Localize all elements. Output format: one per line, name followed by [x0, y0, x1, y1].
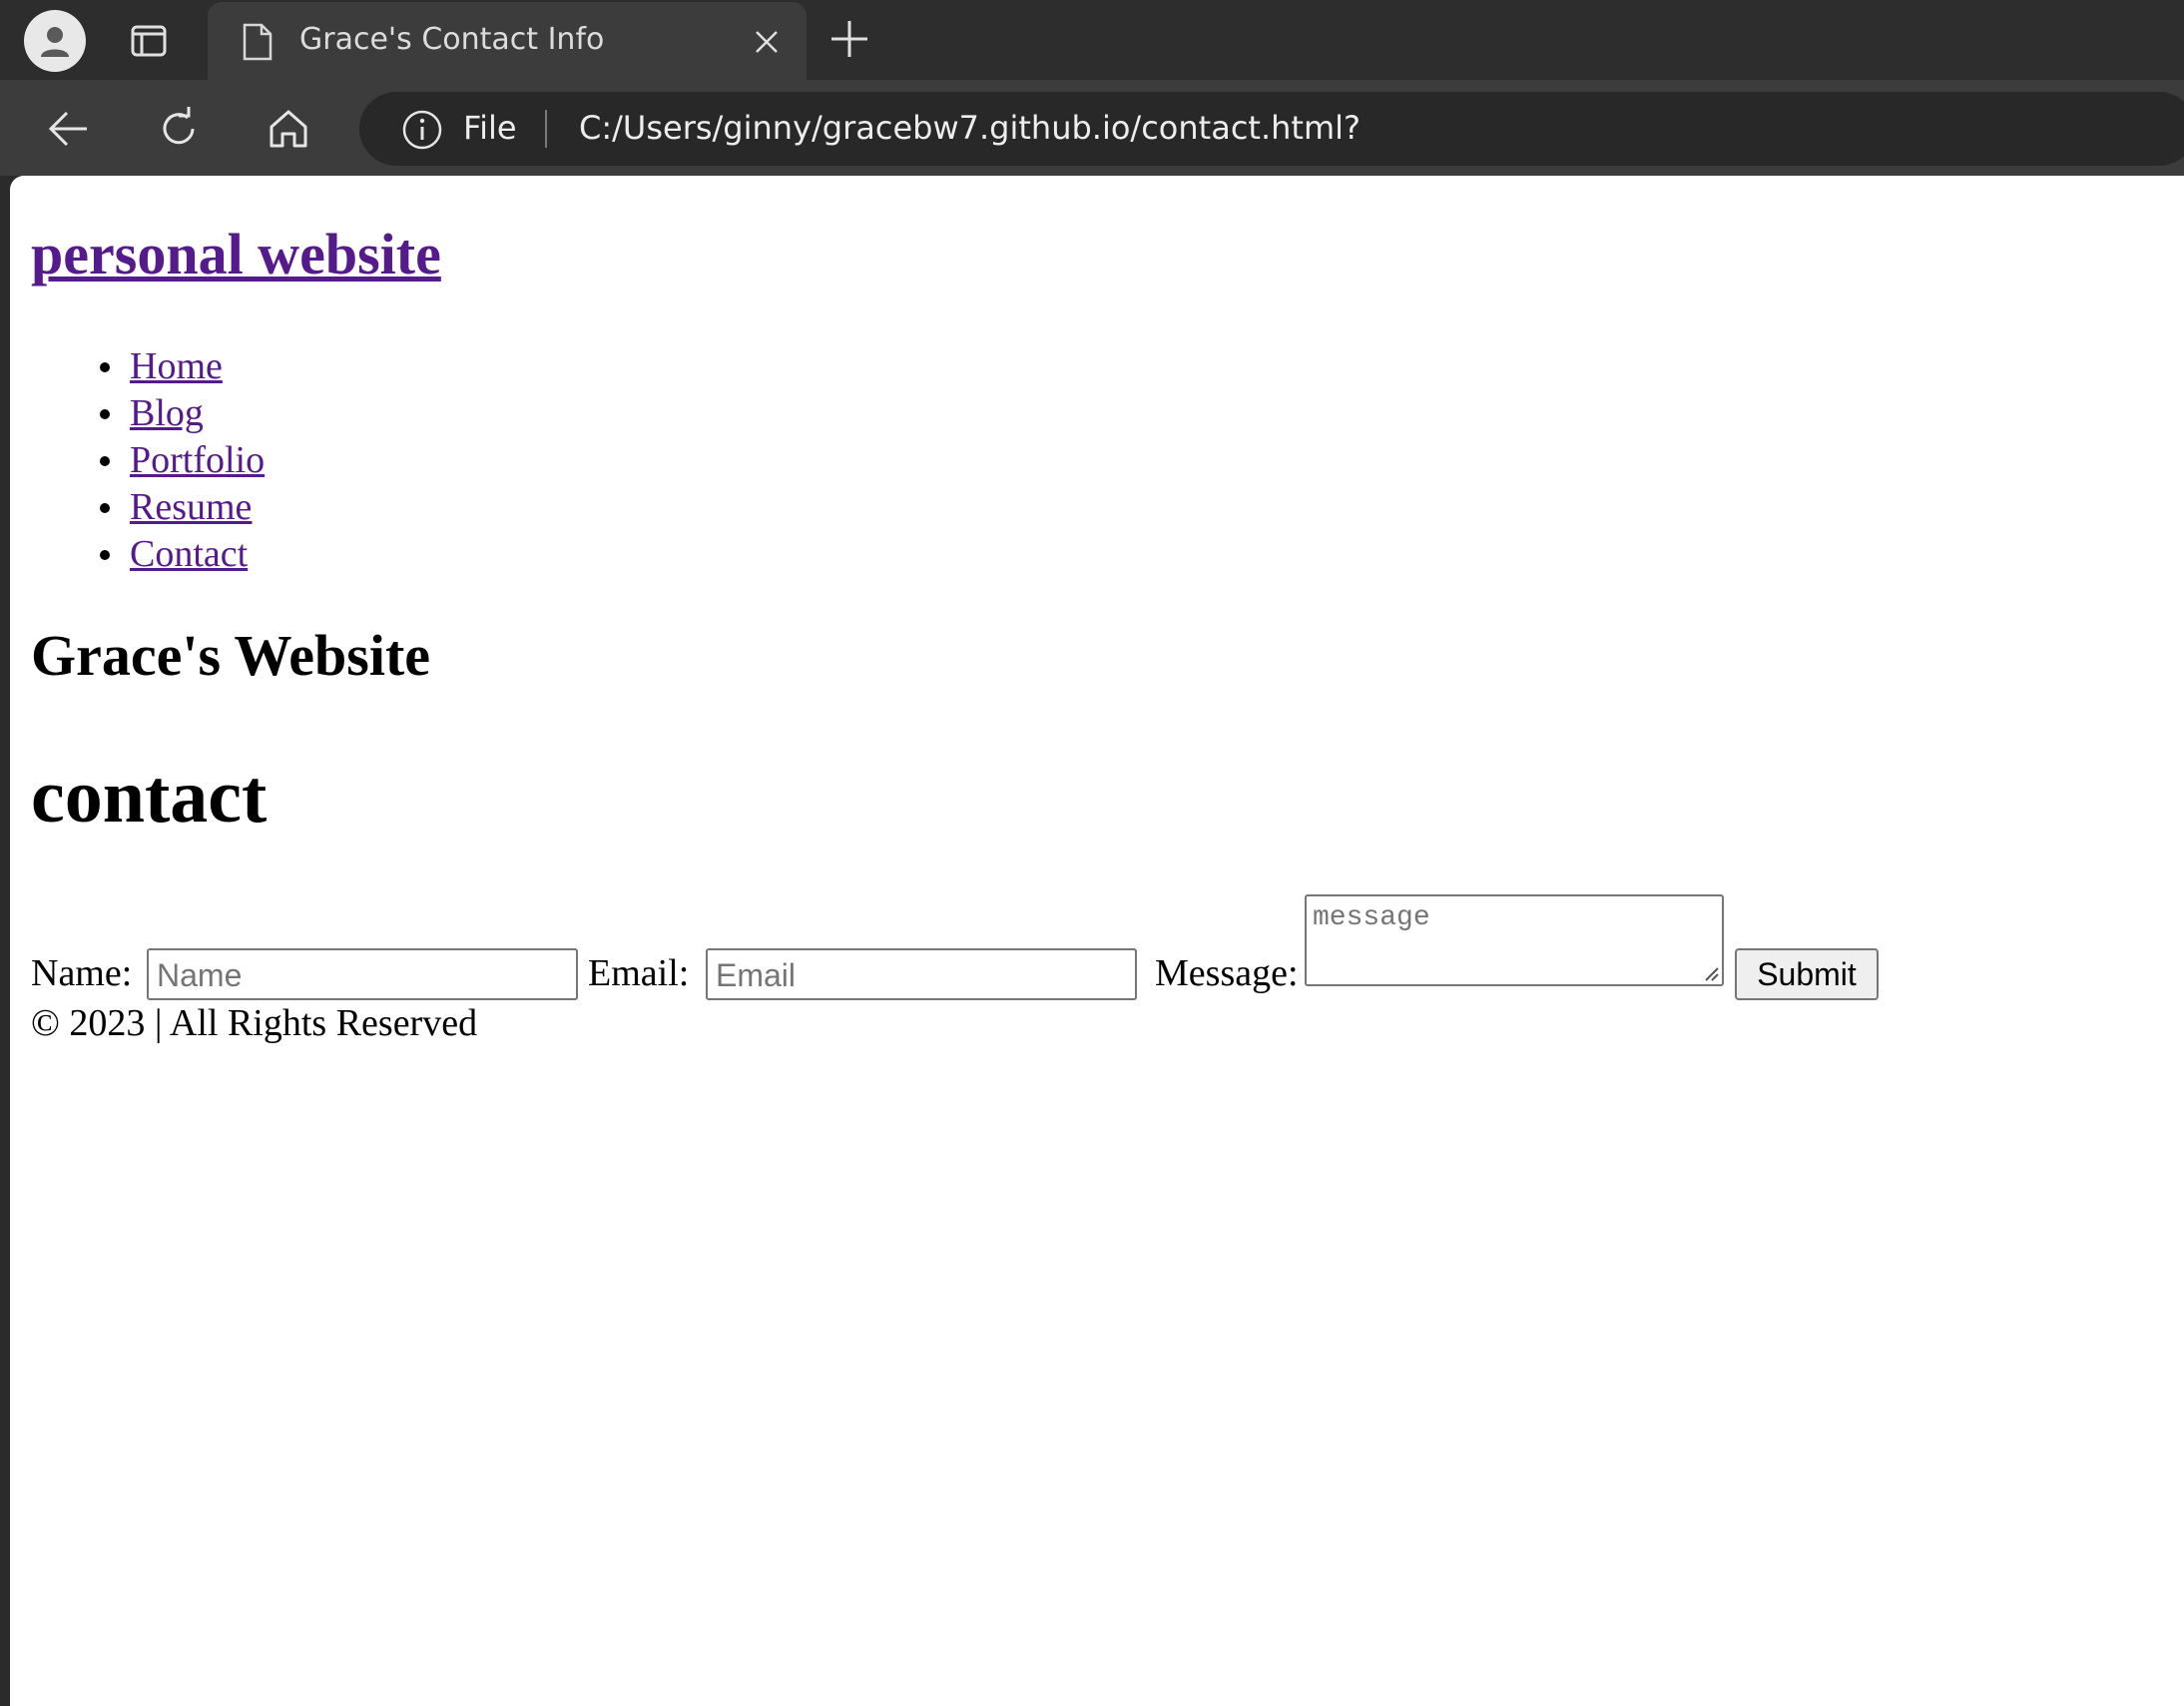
profile-button[interactable]: [24, 10, 86, 72]
bullet: [100, 503, 110, 513]
resize-grip-icon[interactable]: [1700, 962, 1720, 982]
nav-item-home: Home: [31, 343, 265, 390]
nav-link-blog[interactable]: Blog: [130, 392, 204, 434]
site-heading: Grace's Website: [31, 623, 431, 688]
site-title-link[interactable]: personal website: [31, 226, 441, 284]
url-text[interactable]: C:/Users/ginny/gracebw7.github.io/contac…: [579, 109, 1361, 147]
nav-item-contact: Contact: [31, 531, 265, 578]
bullet: [100, 362, 110, 372]
footer-copyright: © 2023 | All Rights Reserved: [31, 1002, 478, 1044]
tab-actions-icon: [131, 25, 167, 57]
message-label: Message:: [1155, 952, 1299, 994]
nav-link-portfolio[interactable]: Portfolio: [130, 439, 265, 481]
active-tab[interactable]: Grace's Contact Info: [208, 2, 807, 80]
name-label: Name:: [31, 952, 133, 994]
email-label: Email:: [588, 952, 690, 994]
nav-item-blog: Blog: [31, 390, 265, 437]
plus-icon: [831, 21, 867, 57]
email-input[interactable]: Email: [706, 948, 1137, 1000]
submit-button[interactable]: Submit: [1735, 948, 1879, 1000]
home-button[interactable]: [262, 102, 315, 156]
page-title: contact: [31, 755, 268, 839]
scheme-label: File: [463, 109, 517, 147]
tab-actions-button[interactable]: [126, 18, 172, 64]
tab-strip: Grace's Contact Info: [0, 0, 2184, 80]
bullet: [100, 409, 110, 419]
nav-item-portfolio: Portfolio: [31, 437, 265, 484]
nav-link-home[interactable]: Home: [130, 345, 223, 387]
nav-item-resume: Resume: [31, 484, 265, 531]
close-tab-button[interactable]: [747, 22, 787, 62]
close-icon: [756, 31, 778, 53]
page-viewport: personal website Home Blog Portfolio Res…: [10, 176, 2184, 1706]
bullet: [100, 550, 110, 560]
tab-title: Grace's Contact Info: [299, 22, 605, 57]
home-icon: [270, 110, 307, 148]
message-placeholder: message: [1313, 902, 1430, 933]
file-icon: [238, 20, 277, 64]
profile-icon: [41, 27, 69, 57]
nav-link-resume[interactable]: Resume: [130, 486, 252, 528]
bullet: [100, 456, 110, 466]
reload-icon: [163, 107, 195, 145]
name-input[interactable]: Name: [147, 948, 578, 1000]
browser-toolbar: File C:/Users/ginny/gracebw7.github.io/c…: [0, 80, 2184, 176]
nav-link-contact[interactable]: Contact: [130, 533, 248, 575]
info-icon[interactable]: [401, 109, 443, 151]
back-button[interactable]: [42, 102, 96, 156]
message-textarea[interactable]: message: [1305, 894, 1724, 986]
back-arrow-icon: [48, 111, 87, 147]
reload-button[interactable]: [152, 102, 206, 156]
address-bar[interactable]: File C:/Users/ginny/gracebw7.github.io/c…: [359, 92, 2184, 166]
nav-list: Home Blog Portfolio Resume Contact: [31, 343, 265, 578]
new-tab-button[interactable]: [826, 16, 872, 62]
address-divider: [545, 110, 547, 148]
